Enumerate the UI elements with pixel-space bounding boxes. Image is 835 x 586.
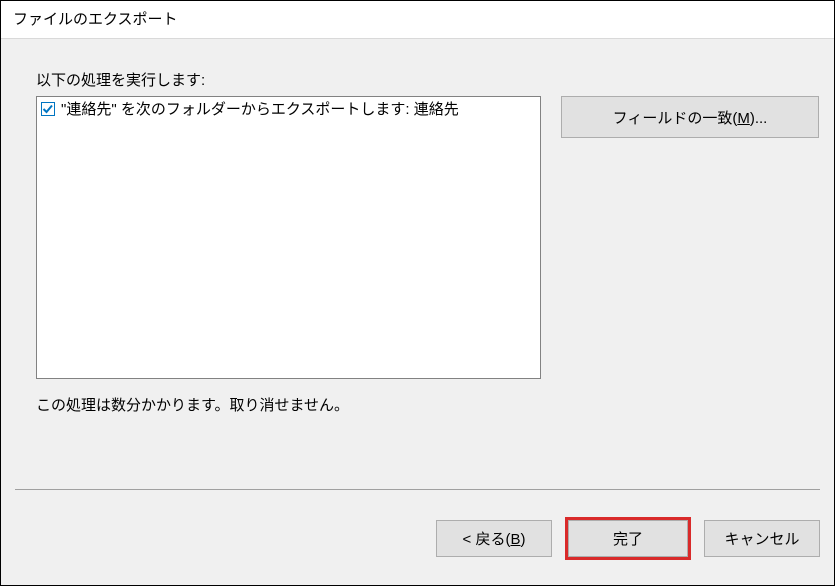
actions-label: 以下の処理を実行します: <box>36 69 205 90</box>
separator <box>15 489 820 490</box>
finish-button[interactable]: 完了 <box>568 520 688 557</box>
dialog-title: ファイルのエクスポート <box>1 1 834 39</box>
list-item[interactable]: "連絡先" を次のフォルダーからエクスポートします: 連絡先 <box>41 100 536 120</box>
button-label-suffix: ) <box>520 531 525 548</box>
button-label-prefix: フィールドの一致( <box>613 110 738 127</box>
button-accel: M <box>737 110 750 127</box>
button-accel: B <box>510 531 520 548</box>
back-button[interactable]: < 戻る(B) <box>436 520 552 557</box>
map-fields-button[interactable]: フィールドの一致(M)... <box>561 96 819 138</box>
checkbox-icon[interactable] <box>41 102 55 116</box>
cancel-button[interactable]: キャンセル <box>704 520 820 557</box>
button-label-suffix: )... <box>750 110 768 127</box>
dialog-content: 以下の処理を実行します: "連絡先" を次のフォルダーからエクスポートします: … <box>1 39 834 585</box>
list-item-label: "連絡先" を次のフォルダーからエクスポートします: 連絡先 <box>61 100 459 120</box>
note-label: この処理は数分かかります。取り消せません。 <box>36 394 349 415</box>
button-row: < 戻る(B) 完了 キャンセル <box>1 520 834 557</box>
button-label-prefix: < 戻る( <box>463 531 511 548</box>
actions-listbox[interactable]: "連絡先" を次のフォルダーからエクスポートします: 連絡先 <box>36 96 541 379</box>
